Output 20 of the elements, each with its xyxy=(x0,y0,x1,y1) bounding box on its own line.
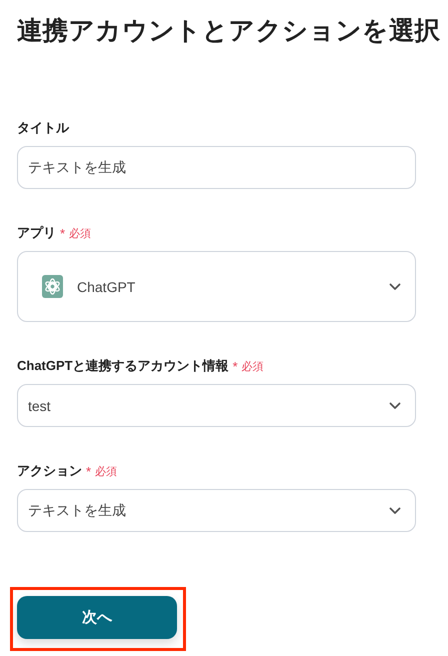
app-select[interactable]: ChatGPT xyxy=(17,251,416,322)
chevron-down-icon xyxy=(389,402,401,410)
chevron-down-icon xyxy=(389,282,401,290)
chevron-down-icon xyxy=(389,506,401,514)
page-title: 連携アカウントとアクションを選択 xyxy=(17,16,440,47)
field-label: タイトル xyxy=(17,119,69,137)
required-label: 必須 xyxy=(242,360,264,374)
app-logo-icon xyxy=(42,275,63,298)
required-asterisk: * xyxy=(60,226,66,240)
required-asterisk: * xyxy=(232,358,238,374)
field-label: アプリ xyxy=(17,224,56,242)
title-input-field[interactable]: テキストを生成 xyxy=(17,146,416,189)
next-button[interactable]: 次へ xyxy=(17,596,177,639)
required-label: 必須 xyxy=(69,226,92,240)
field-label: ChatGPTと連携するアカウント情報 xyxy=(17,357,229,375)
account-select[interactable]: test xyxy=(17,384,416,427)
action-select[interactable]: テキストを生成 xyxy=(17,489,416,532)
required-label: 必須 xyxy=(95,464,118,478)
required-asterisk: * xyxy=(86,464,92,478)
field-label: アクション xyxy=(17,462,82,480)
